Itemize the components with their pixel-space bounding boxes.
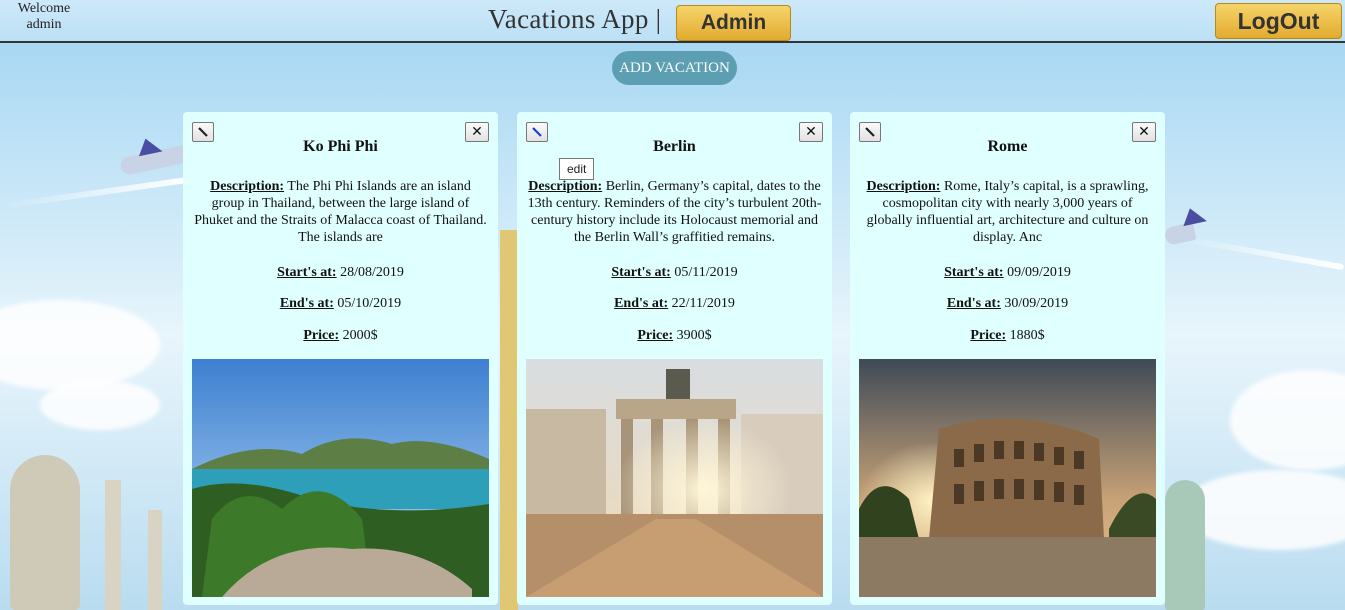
- price-value: 3900$: [676, 328, 712, 343]
- start-label: Start's at:: [611, 265, 671, 280]
- logout-button[interactable]: LogOut: [1215, 3, 1342, 39]
- add-vacation-button[interactable]: ADD VACATION: [612, 51, 737, 85]
- end-date: End's at: 22/11/2019: [517, 296, 832, 312]
- vacation-card: ✕ Rome Description: Rome, Italy’s capita…: [850, 112, 1165, 605]
- end-label: End's at:: [946, 296, 1001, 311]
- vacation-card: ✕ Berlin Description: Berlin, Germany’s …: [517, 112, 832, 605]
- vacation-card: ✕ Ko Phi Phi Description: The Phi Phi Is…: [183, 112, 498, 605]
- description-label: Description:: [210, 179, 285, 194]
- app-title: Vacations App |: [488, 4, 662, 34]
- colosseum-photo: [859, 359, 1156, 597]
- end-value: 05/10/2019: [337, 296, 402, 311]
- pencil-icon: [198, 127, 208, 137]
- edit-tooltip: edit: [559, 158, 595, 180]
- price-label: Price:: [637, 328, 674, 343]
- start-value: 05/11/2019: [674, 265, 738, 280]
- price-label: Price:: [303, 328, 340, 343]
- start-label: Start's at:: [944, 265, 1004, 280]
- start-date: Start's at: 09/09/2019: [850, 265, 1165, 281]
- welcome-line: Welcome: [17, 1, 71, 16]
- price-label: Price:: [970, 328, 1007, 343]
- christ-statue-icon: [10, 455, 80, 610]
- end-label: End's at:: [279, 296, 334, 311]
- price-value: 2000$: [342, 328, 378, 343]
- vacation-description: Description: The Phi Phi Islands are an …: [193, 178, 488, 246]
- price: Price: 2000$: [183, 328, 498, 344]
- pencil-icon: [865, 127, 875, 137]
- welcome-text: Welcome admin: [8, 1, 80, 33]
- admin-button[interactable]: Admin: [676, 5, 791, 41]
- vacation-description: Description: Rome, Italy’s capital, is a…: [860, 178, 1155, 246]
- end-value: 22/11/2019: [671, 296, 735, 311]
- start-date: Start's at: 28/08/2019: [183, 265, 498, 281]
- username: admin: [26, 17, 62, 32]
- vacation-description: Description: Berlin, Germany’s capital, …: [527, 178, 822, 246]
- island-beach-photo: [192, 359, 489, 597]
- description-label: Description:: [528, 179, 603, 194]
- price: Price: 1880$: [850, 328, 1165, 344]
- vacation-title: Rome: [987, 138, 1028, 155]
- pencil-icon: [532, 127, 542, 137]
- vacation-title: Berlin: [653, 138, 696, 155]
- price: Price: 3900$: [517, 328, 832, 344]
- brandenburg-gate-photo: [526, 359, 823, 597]
- start-value: 09/09/2019: [1007, 265, 1071, 280]
- start-value: 28/08/2019: [340, 265, 404, 280]
- end-date: End's at: 05/10/2019: [183, 296, 498, 312]
- statue-of-liberty-icon: [1165, 480, 1205, 610]
- vacation-title: Ko Phi Phi: [303, 138, 378, 155]
- end-date: End's at: 30/09/2019: [850, 296, 1165, 312]
- big-ben-icon: [500, 230, 518, 610]
- end-label: End's at:: [614, 296, 669, 311]
- start-date: Start's at: 05/11/2019: [517, 265, 832, 281]
- start-label: Start's at:: [277, 265, 337, 280]
- minaret-icon: [105, 480, 121, 610]
- top-navbar: Welcome admin Vacations App | Admin LogO…: [0, 0, 1345, 43]
- price-value: 1880$: [1009, 328, 1045, 343]
- end-value: 30/09/2019: [1004, 296, 1069, 311]
- description-label: Description:: [866, 179, 941, 194]
